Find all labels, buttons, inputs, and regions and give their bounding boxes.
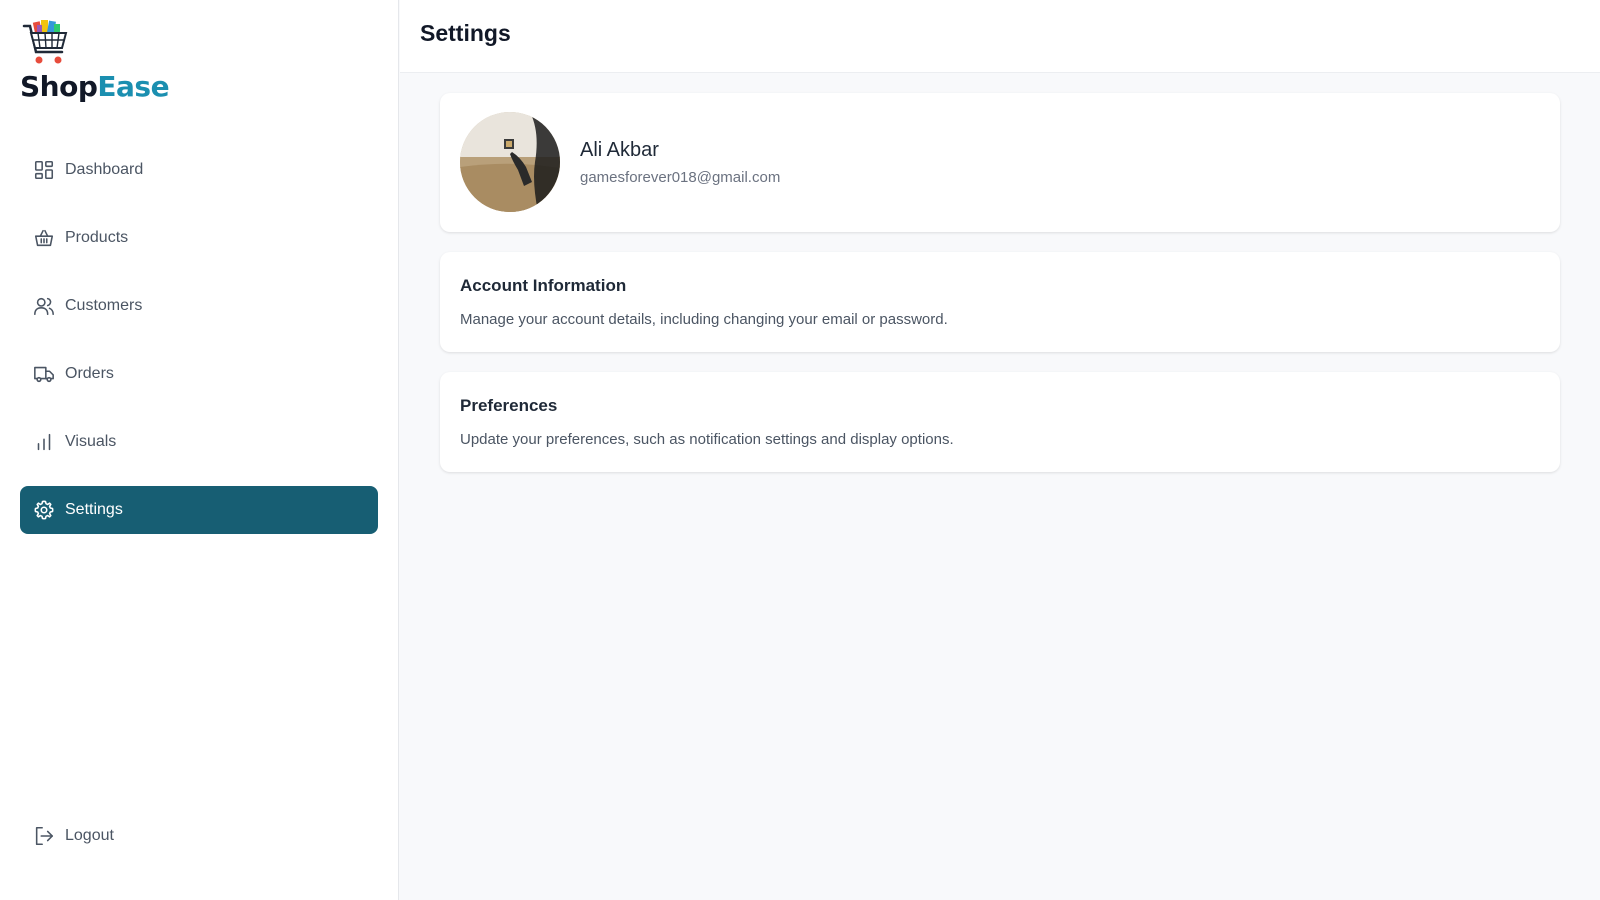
sidebar-item-label: Products <box>65 229 129 246</box>
preferences-description: Update your preferences, such as notific… <box>460 431 954 448</box>
sidebar-item-orders[interactable]: Orders <box>20 350 378 398</box>
logout-icon <box>33 825 55 847</box>
brand-logo[interactable]: ShopEase <box>20 18 180 108</box>
logout-label: Logout <box>65 827 114 844</box>
sidebar-item-label: Visuals <box>65 433 117 450</box>
preferences-title: Preferences <box>460 396 558 415</box>
brand-name-part1: Shop <box>20 70 98 103</box>
sidebar-item-label: Dashboard <box>65 161 144 178</box>
profile-card: Ali Akbar gamesforever018@gmail.com <box>440 93 1560 232</box>
page-title: Settings <box>420 20 511 46</box>
sidebar-item-products[interactable]: Products <box>20 214 378 262</box>
basket-icon <box>33 227 55 249</box>
truck-icon <box>33 363 55 385</box>
bar-chart-icon <box>33 431 55 453</box>
brand-name-part2: Ease <box>97 70 170 103</box>
sidebar-item-visuals[interactable]: Visuals <box>20 418 378 466</box>
sidebar-item-label: Orders <box>65 365 114 382</box>
brand-name: ShopEase <box>20 70 170 103</box>
account-information-card[interactable]: Account Information Manage your account … <box>440 252 1560 352</box>
preferences-card[interactable]: Preferences Update your preferences, suc… <box>440 372 1560 472</box>
dashboard-icon <box>33 159 55 181</box>
shopping-cart-icon <box>22 20 68 64</box>
gear-icon <box>33 499 55 521</box>
sidebar-item-dashboard[interactable]: Dashboard <box>20 146 378 194</box>
users-icon <box>33 295 55 317</box>
sidebar-item-label: Customers <box>65 297 143 314</box>
sidebar-item-label: Settings <box>65 501 123 518</box>
account-information-description: Manage your account details, including c… <box>460 311 948 328</box>
account-information-title: Account Information <box>460 276 627 295</box>
profile-email: gamesforever018@gmail.com <box>580 169 781 186</box>
top-header: Settings <box>400 0 1600 73</box>
sidebar: ShopEase Dashboard Products Customers Or… <box>0 0 399 900</box>
sidebar-nav: Dashboard Products Customers Orders Visu… <box>20 146 378 554</box>
profile-name: Ali Akbar <box>580 139 659 161</box>
logout-button[interactable]: Logout <box>20 812 378 860</box>
avatar[interactable] <box>460 112 560 212</box>
sidebar-item-settings[interactable]: Settings <box>20 486 378 534</box>
sidebar-item-customers[interactable]: Customers <box>20 282 378 330</box>
avatar-photo <box>460 112 560 212</box>
